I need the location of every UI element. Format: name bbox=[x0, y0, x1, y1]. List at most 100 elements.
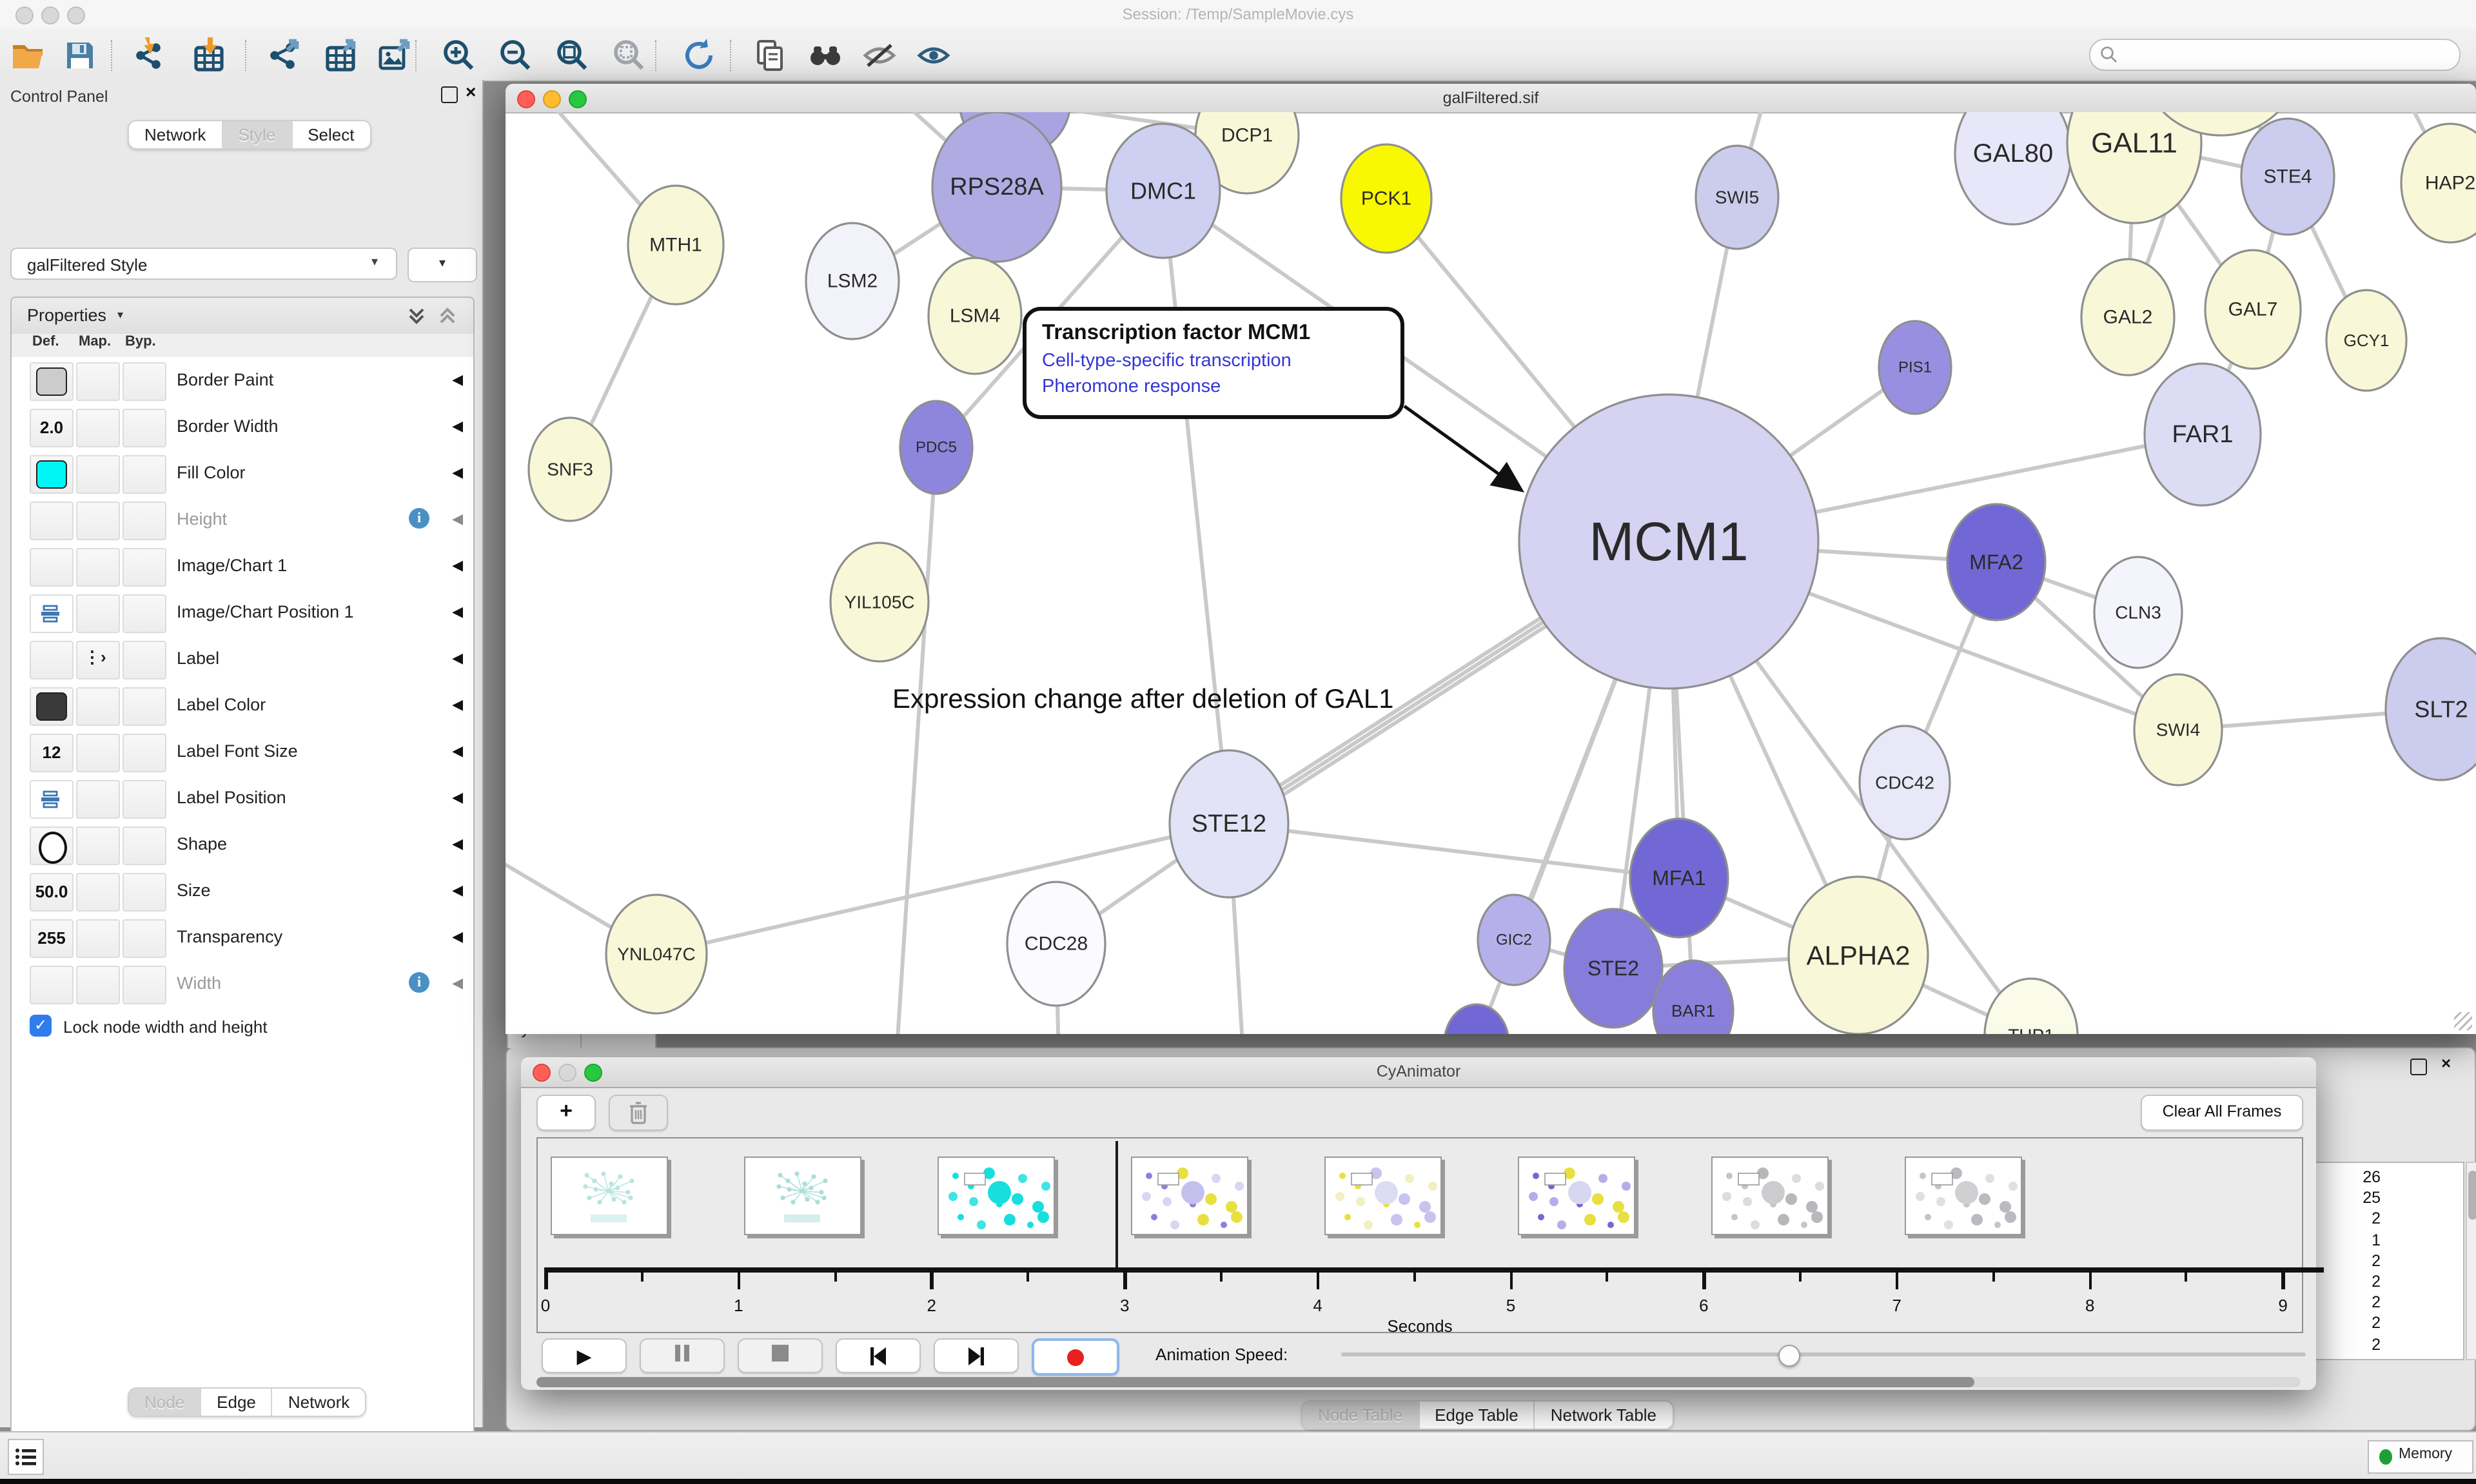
annotation-box[interactable]: Transcription factor MCM1 Cell-type-spec… bbox=[1023, 307, 1404, 419]
expand-arrow-icon[interactable]: ◀ bbox=[452, 743, 463, 759]
expand-arrow-icon[interactable]: ◀ bbox=[452, 603, 463, 620]
expand-all-icon[interactable] bbox=[406, 306, 427, 326]
tab-network-bottom[interactable]: Network bbox=[273, 1389, 365, 1416]
float-panel-icon[interactable] bbox=[441, 86, 458, 103]
table-row[interactable]: 2 bbox=[2316, 1314, 2463, 1333]
table-scrollbar[interactable] bbox=[2466, 1162, 2476, 1360]
info-icon[interactable]: i bbox=[409, 508, 429, 529]
expand-arrow-icon[interactable]: ◀ bbox=[452, 464, 463, 481]
network-node-MCM1[interactable]: MCM1 bbox=[1519, 395, 1818, 688]
network-node-GAL7[interactable]: GAL7 bbox=[2205, 250, 2301, 369]
property-row-label-position[interactable]: Label Position◀ bbox=[12, 775, 473, 823]
network-node-MTH1[interactable]: MTH1 bbox=[628, 186, 723, 304]
network-node-STE4[interactable]: STE4 bbox=[2241, 119, 2334, 235]
save-icon[interactable] bbox=[62, 37, 98, 73]
property-row-shape[interactable]: Shape◀ bbox=[12, 821, 473, 869]
ellipse-shape-icon[interactable] bbox=[39, 832, 67, 864]
network-node-LSM2[interactable]: LSM2 bbox=[806, 223, 899, 339]
resize-grip[interactable] bbox=[2454, 1012, 2472, 1030]
refresh-icon[interactable] bbox=[681, 37, 717, 73]
network-node-GAL2[interactable]: GAL2 bbox=[2081, 259, 2174, 375]
skip-end-button[interactable] bbox=[934, 1338, 1019, 1373]
expand-arrow-icon[interactable]: ◀ bbox=[452, 975, 463, 991]
network-node-STE2[interactable]: STE2 bbox=[1564, 909, 1662, 1028]
network-node-SLT2[interactable]: SLT2 bbox=[2386, 638, 2476, 780]
network-node-MFA1[interactable]: MFA1 bbox=[1630, 819, 1728, 937]
network-node-STE12[interactable]: STE12 bbox=[1170, 750, 1288, 897]
timeline-scrollbar-thumb[interactable] bbox=[536, 1377, 1974, 1387]
default-value[interactable]: 12 bbox=[31, 743, 72, 762]
expand-arrow-icon[interactable]: ◀ bbox=[452, 511, 463, 527]
expand-arrow-icon[interactable]: ◀ bbox=[452, 928, 463, 945]
float-table-panel-icon[interactable] bbox=[2410, 1059, 2427, 1075]
network-node-PCK1[interactable]: PCK1 bbox=[1341, 144, 1431, 253]
tab-edge[interactable]: Edge bbox=[201, 1389, 273, 1416]
network-node-FAR1[interactable]: FAR1 bbox=[2145, 364, 2261, 505]
skip-start-button[interactable] bbox=[836, 1338, 921, 1373]
position-icon[interactable] bbox=[31, 781, 72, 817]
tab-network[interactable]: Network bbox=[129, 121, 222, 148]
frame-thumbnail-6[interactable] bbox=[1518, 1157, 1635, 1235]
tab-node-table[interactable]: Node Table bbox=[1302, 1401, 1419, 1429]
caption-text[interactable]: Expression change after deletion of GAL1 bbox=[892, 683, 1394, 714]
network-node-TUP1[interactable]: TUP1 bbox=[1985, 979, 2078, 1034]
network-node-ALPHA2[interactable]: ALPHA2 bbox=[1789, 877, 1928, 1034]
zoom-in-icon[interactable] bbox=[441, 37, 477, 73]
table-row[interactable]: 2 bbox=[2316, 1273, 2463, 1291]
speed-slider-handle[interactable] bbox=[1778, 1345, 1800, 1367]
property-row-fill-color[interactable]: Fill Color◀ bbox=[12, 450, 473, 498]
zoom-selected-icon[interactable] bbox=[611, 37, 647, 73]
speed-slider[interactable] bbox=[1341, 1352, 2306, 1356]
clear-all-frames-button[interactable]: Clear All Frames bbox=[2141, 1095, 2303, 1131]
expand-arrow-icon[interactable]: ◀ bbox=[452, 882, 463, 899]
export-image-icon[interactable] bbox=[377, 37, 413, 73]
close-table-panel-icon[interactable]: × bbox=[2441, 1053, 2451, 1073]
default-value[interactable]: 50.0 bbox=[31, 882, 72, 901]
property-row-transparency[interactable]: 255Transparency◀ bbox=[12, 914, 473, 962]
zoom-out-icon[interactable] bbox=[498, 37, 534, 73]
frame-thumbnail-8[interactable] bbox=[1905, 1157, 2022, 1235]
import-network-icon[interactable] bbox=[132, 37, 168, 73]
network-node-LSM4[interactable]: LSM4 bbox=[928, 258, 1021, 374]
import-table-icon[interactable] bbox=[191, 37, 227, 73]
tab-style[interactable]: Style bbox=[222, 121, 292, 148]
frame-thumbnail-2[interactable] bbox=[744, 1157, 861, 1235]
stop-button[interactable] bbox=[738, 1338, 823, 1373]
info-icon[interactable]: i bbox=[409, 972, 429, 993]
property-row-size[interactable]: 50.0Size◀ bbox=[12, 868, 473, 915]
property-row-label[interactable]: ⋮›Label◀ bbox=[12, 636, 473, 683]
memory-button[interactable]: Memory bbox=[2368, 1440, 2473, 1474]
network-node-DMC1[interactable]: DMC1 bbox=[1106, 124, 1220, 258]
network-node-GCY1[interactable]: GCY1 bbox=[2326, 290, 2406, 391]
network-node-GIC2[interactable]: GIC2 bbox=[1478, 895, 1550, 985]
network-node-MFA2[interactable]: MFA2 bbox=[1947, 504, 2045, 620]
table-row[interactable]: 26 bbox=[2316, 1168, 2463, 1186]
network-node-CLN3[interactable]: CLN3 bbox=[2094, 557, 2182, 668]
timeline-scrollbar[interactable] bbox=[536, 1377, 2301, 1387]
property-row-height[interactable]: Heighti◀ bbox=[12, 496, 473, 544]
properties-title[interactable]: Properties bbox=[27, 306, 106, 325]
network-node-SWI4[interactable]: SWI4 bbox=[2134, 674, 2222, 785]
default-swatch[interactable] bbox=[36, 692, 67, 721]
frame-thumbnail-3[interactable] bbox=[938, 1157, 1055, 1235]
expand-arrow-icon[interactable]: ◀ bbox=[452, 418, 463, 434]
cyanimator-titlebar[interactable]: CyAnimator bbox=[521, 1057, 2316, 1088]
position-icon[interactable] bbox=[31, 596, 72, 632]
copy-icon[interactable] bbox=[753, 37, 789, 73]
annotation-link-1[interactable]: Cell-type-specific transcription bbox=[1042, 351, 1385, 371]
discrete-mapping-icon[interactable]: ⋮› bbox=[84, 647, 106, 668]
property-row-label-font-size[interactable]: 12Label Font Size◀ bbox=[12, 728, 473, 776]
network-node-YNL047C[interactable]: YNL047C bbox=[606, 895, 707, 1013]
property-row-border-paint[interactable]: Border Paint◀ bbox=[12, 357, 473, 405]
network-node-HAP2[interactable]: HAP2 bbox=[2401, 124, 2476, 242]
show-icon[interactable] bbox=[916, 37, 952, 73]
network-node-SWI5[interactable]: SWI5 bbox=[1696, 146, 1778, 249]
property-row-image-chart-position-1[interactable]: Image/Chart Position 1◀ bbox=[12, 589, 473, 637]
network-node-CDC28[interactable]: CDC28 bbox=[1007, 882, 1105, 1006]
network-node-SNF3[interactable]: SNF3 bbox=[529, 418, 611, 521]
network-node-PIS1[interactable]: PIS1 bbox=[1879, 321, 1951, 414]
expand-arrow-icon[interactable]: ◀ bbox=[452, 835, 463, 852]
table-row[interactable]: 2 bbox=[2316, 1335, 2463, 1353]
expand-arrow-icon[interactable]: ◀ bbox=[452, 557, 463, 574]
property-row-border-width[interactable]: 2.0Border Width◀ bbox=[12, 404, 473, 451]
